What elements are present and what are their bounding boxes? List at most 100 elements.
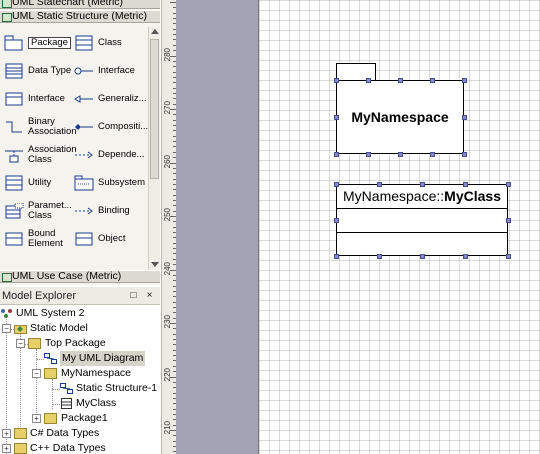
toolbox-scrollbar[interactable] (148, 27, 160, 270)
tool-dependency[interactable]: Depende... (74, 141, 148, 169)
collapse-icon[interactable]: − (2, 324, 11, 333)
group-header-use-case[interactable]: UML Use Case (Metric) (0, 270, 160, 283)
tool-label: Binding (98, 205, 130, 216)
tool-label: Binary Association (28, 116, 77, 137)
scrollbar-thumb[interactable] (150, 39, 159, 179)
tool-label: Utility (28, 177, 52, 188)
collapse-icon[interactable]: − (32, 369, 41, 378)
group-label: UML Use Case (Metric) (12, 270, 122, 282)
class-shape[interactable]: MyNamespace::MyClass (336, 184, 508, 256)
scroll-down-icon[interactable] (151, 262, 159, 267)
connection-point-handle[interactable] (334, 182, 339, 187)
interface-lollipop-icon (74, 67, 93, 75)
class-icon (61, 398, 72, 409)
connection-point-handle[interactable] (506, 218, 511, 223)
generalization-icon (74, 95, 93, 103)
tool-label: Interface (98, 65, 135, 76)
connection-point-handle[interactable] (334, 78, 339, 83)
connection-point-handle[interactable] (506, 254, 511, 259)
tree-label: My UML Diagram (60, 351, 146, 366)
tool-interface[interactable]: Interface (0, 85, 74, 113)
class-attributes-compartment[interactable] (337, 209, 507, 233)
tool-data-type[interactable]: Data Type (0, 57, 74, 85)
group-header-statechart[interactable]: UML Statechart (Metric) (0, 0, 160, 9)
tool-label: Association Class (28, 144, 77, 165)
folder-icon (14, 428, 27, 439)
dependency-icon (75, 151, 93, 159)
class-name-compartment[interactable]: MyNamespace::MyClass (337, 185, 507, 209)
utility-icon (5, 175, 23, 191)
tool-utility[interactable]: Utility (0, 169, 74, 197)
close-icon[interactable]: × (144, 290, 155, 301)
tree-label: MyNamespace (61, 367, 132, 379)
tool-binding[interactable]: Binding (74, 197, 148, 225)
package-icon (4, 35, 23, 51)
tool-label: Interface (28, 93, 65, 104)
connection-point-handle[interactable] (430, 152, 435, 157)
tool-class[interactable]: Class (74, 29, 148, 57)
connection-point-handle[interactable] (334, 254, 339, 259)
tool-package[interactable]: Package (0, 29, 74, 57)
tree-label: UML System 2 (16, 307, 85, 319)
connection-point-handle[interactable] (377, 254, 382, 259)
diagram-canvas[interactable]: MyNamespace MyNamespace::MyClass (258, 0, 540, 454)
connection-point-handle[interactable] (334, 152, 339, 157)
subsystem-icon (74, 175, 94, 191)
connection-point-handle[interactable] (506, 182, 511, 187)
diagram-icon (60, 383, 73, 394)
tool-subsystem[interactable]: Subsystem (74, 169, 148, 197)
expand-icon[interactable]: + (32, 414, 41, 423)
connection-point-handle[interactable] (334, 218, 339, 223)
tool-bound-element[interactable]: Bound Element (0, 225, 74, 253)
connection-point-handle[interactable] (377, 182, 382, 187)
collapse-icon[interactable]: − (16, 339, 25, 348)
connection-point-handle[interactable] (462, 152, 467, 157)
group-header-static-structure[interactable]: UML Static Structure (Metric) (0, 10, 160, 23)
tool-label: Generaliz... (98, 93, 147, 104)
tree-label: MyClass (76, 397, 117, 409)
folder-icon (44, 368, 57, 379)
connection-point-handle[interactable] (398, 152, 403, 157)
tool-label: Subsystem (98, 177, 145, 188)
scroll-up-icon[interactable] (151, 29, 159, 34)
parameterized-class-icon (5, 203, 24, 219)
tool-generalization[interactable]: Generaliz... (74, 85, 148, 113)
tool-composition[interactable]: Compositi... (74, 113, 148, 141)
binary-association-icon (6, 121, 22, 133)
binding-icon (75, 207, 93, 215)
bound-element-icon (5, 232, 23, 246)
tool-label: Compositi... (98, 121, 149, 132)
expand-icon[interactable]: + (2, 444, 11, 453)
connection-point-handle[interactable] (462, 78, 467, 83)
tree-label: Top Package (45, 337, 106, 349)
tool-interface-lollipop[interactable]: Interface (74, 57, 148, 85)
vertical-ruler: 280 270 260 250 240 230 220 210 (161, 0, 177, 454)
class-icon (75, 35, 93, 51)
connection-point-handle[interactable] (420, 254, 425, 259)
connection-point-handle[interactable] (430, 78, 435, 83)
group-label: UML Statechart (Metric) (12, 0, 124, 8)
tool-parameterized-class[interactable]: Paramet... Class (0, 197, 74, 225)
tool-binary-association[interactable]: Binary Association (0, 113, 77, 141)
connection-point-handle[interactable] (366, 78, 371, 83)
connection-point-handle[interactable] (366, 152, 371, 157)
connection-point-handle[interactable] (398, 78, 403, 83)
tool-association-class[interactable]: Association Class (0, 141, 77, 169)
toolbox-panel: UML Statechart (Metric) UML Static Struc… (0, 0, 160, 285)
tool-object[interactable]: Object (74, 225, 148, 253)
package-shape[interactable]: MyNamespace (336, 80, 464, 154)
connection-point-handle[interactable] (463, 254, 468, 259)
connection-point-handle[interactable] (420, 182, 425, 187)
composition-icon (75, 124, 93, 130)
pin-icon[interactable]: □ (128, 290, 139, 301)
stencil-group-icon (2, 273, 12, 282)
object-icon (75, 232, 93, 246)
interface-icon (5, 92, 23, 106)
stencil-group-icon (2, 13, 12, 22)
connection-point-handle[interactable] (462, 115, 467, 120)
connection-point-handle[interactable] (463, 182, 468, 187)
tools-grid: Package Class Data Type Interface Interf… (0, 27, 148, 270)
expand-icon[interactable]: + (2, 429, 11, 438)
connection-point-handle[interactable] (334, 115, 339, 120)
class-operations-compartment[interactable] (337, 233, 507, 255)
